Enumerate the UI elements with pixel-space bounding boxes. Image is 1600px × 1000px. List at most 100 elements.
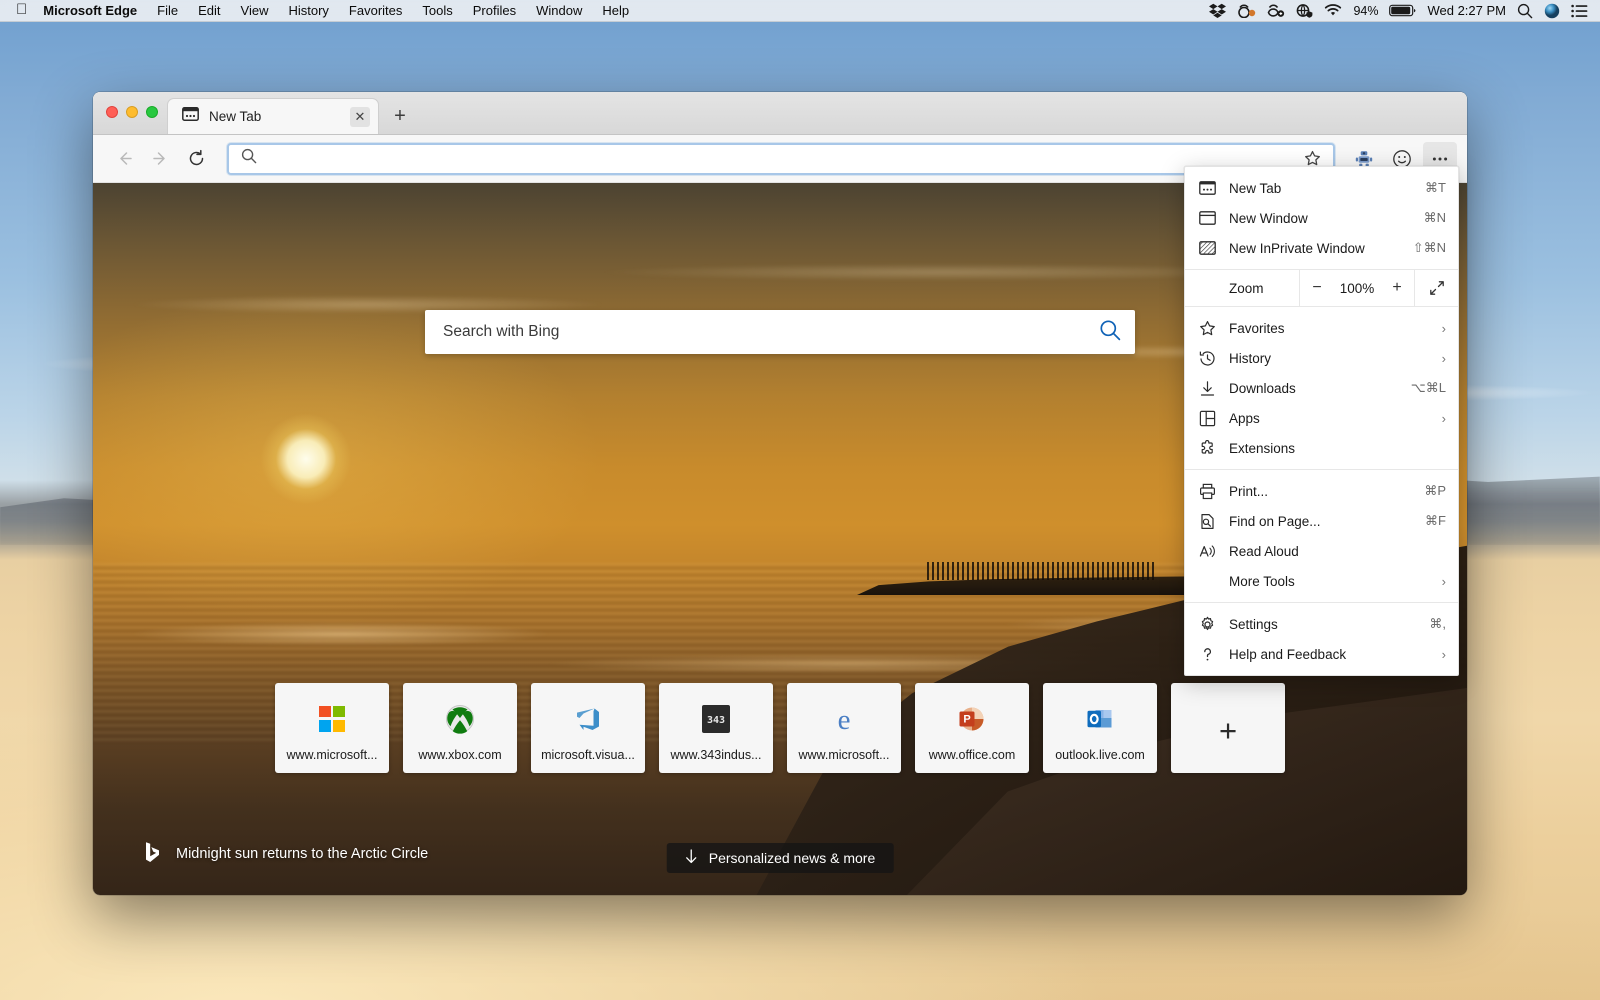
shield-globe-icon[interactable] xyxy=(1296,3,1313,18)
tile-343industries[interactable]: 343 www.343indus... xyxy=(659,683,773,773)
menu-item-read-aloud[interactable]: Read Aloud xyxy=(1185,536,1458,566)
down-arrow-icon xyxy=(685,849,698,867)
battery-percent: 94% xyxy=(1353,3,1379,18)
tab-close-icon[interactable]: ✕ xyxy=(350,106,370,127)
tile-label: www.microsoft... xyxy=(798,747,890,762)
zoom-in-button[interactable]: + xyxy=(1380,279,1414,297)
wifi-icon[interactable] xyxy=(1324,4,1342,17)
tile-label: www.office.com xyxy=(928,747,1016,762)
tile-visualstudio[interactable]: microsoft.visua... xyxy=(531,683,645,773)
menu-item-accel: ⌥⌘L xyxy=(1410,380,1446,395)
menubar-clock[interactable]: Wed 2:27 PM xyxy=(1427,3,1506,18)
dropbox-icon[interactable] xyxy=(1209,3,1227,18)
fullscreen-icon[interactable] xyxy=(1414,270,1458,306)
tile-microsoft-edge[interactable]: e www.microsoft... xyxy=(787,683,901,773)
chevron-right-icon: › xyxy=(1441,350,1446,366)
menu-item-extensions[interactable]: Extensions xyxy=(1185,433,1458,463)
menubar-item-help[interactable]: Help xyxy=(592,0,639,22)
menu-item-label: New Window xyxy=(1229,210,1308,226)
extensions-icon xyxy=(1199,439,1229,457)
menu-item-history[interactable]: History › xyxy=(1185,343,1458,373)
svg-text:e: e xyxy=(838,704,851,735)
gear-icon xyxy=(1199,616,1229,633)
apps-icon xyxy=(1199,410,1229,427)
zoom-out-button[interactable]: − xyxy=(1300,279,1334,297)
menubar-item-view[interactable]: View xyxy=(231,0,279,22)
battery-icon[interactable] xyxy=(1389,4,1416,17)
tile-label: microsoft.visua... xyxy=(541,747,635,762)
bing-search-placeholder: Search with Bing xyxy=(443,323,560,340)
menu-item-label: New Tab xyxy=(1229,180,1282,196)
menu-item-label: Print... xyxy=(1229,483,1269,499)
control-center-list-icon[interactable] xyxy=(1571,4,1588,18)
menubar-item-favorites[interactable]: Favorites xyxy=(339,0,412,22)
tile-xbox[interactable]: www.xbox.com xyxy=(403,683,517,773)
menubar-item-history[interactable]: History xyxy=(278,0,338,22)
reload-icon[interactable] xyxy=(179,142,213,176)
menubar-item-window[interactable]: Window xyxy=(526,0,592,22)
apple-logo-icon[interactable]:  xyxy=(0,2,40,17)
tile-microsoft[interactable]: www.microsoft... xyxy=(275,683,389,773)
search-icon[interactable] xyxy=(1099,319,1121,346)
menubar-app-name[interactable]: Microsoft Edge xyxy=(40,0,147,22)
add-shortcut-tile[interactable]: + xyxy=(1171,683,1285,773)
svg-text:P: P xyxy=(963,713,970,725)
menu-item-downloads[interactable]: Downloads ⌥⌘L xyxy=(1185,373,1458,403)
menu-item-label: Favorites xyxy=(1229,320,1285,336)
menu-item-label: Extensions xyxy=(1229,440,1296,456)
find-icon xyxy=(1199,513,1229,530)
history-icon xyxy=(1199,350,1229,367)
343-industries-icon: 343 xyxy=(702,699,730,739)
menubar-item-tools[interactable]: Tools xyxy=(412,0,462,22)
outlook-icon xyxy=(1085,699,1115,739)
app-status-icon[interactable] xyxy=(1237,3,1256,18)
download-icon xyxy=(1199,380,1229,397)
forward-arrow-icon[interactable] xyxy=(143,142,177,176)
tile-office[interactable]: P www.office.com xyxy=(915,683,1029,773)
tab-new-tab[interactable]: New Tab ✕ xyxy=(167,98,379,134)
menu-item-help-and-feedback[interactable]: Help and Feedback › xyxy=(1185,639,1458,669)
menu-item-accel: ⌘F xyxy=(1425,513,1446,528)
tile-label: outlook.live.com xyxy=(1055,747,1145,762)
bing-search-box[interactable]: Search with Bing xyxy=(425,310,1135,354)
menu-item-more-tools[interactable]: More Tools › xyxy=(1185,566,1458,596)
window-traffic-lights xyxy=(106,106,158,118)
menubar-item-profiles[interactable]: Profiles xyxy=(463,0,526,22)
new-tab-icon xyxy=(1199,181,1229,195)
menu-item-new-inprivate-window[interactable]: New InPrivate Window ⇧⌘N xyxy=(1185,233,1458,263)
menu-item-favorites[interactable]: Favorites › xyxy=(1185,313,1458,343)
search-icon[interactable] xyxy=(1517,3,1533,19)
inprivate-window-icon xyxy=(1199,241,1229,255)
tile-outlook[interactable]: outlook.live.com xyxy=(1043,683,1157,773)
menu-item-new-tab[interactable]: New Tab ⌘T xyxy=(1185,173,1458,203)
cloud-sync-icon[interactable] xyxy=(1267,3,1285,18)
personalized-news-button[interactable]: Personalized news & more xyxy=(666,843,894,873)
microsoft-logo-icon xyxy=(319,699,345,739)
menu-item-new-window[interactable]: New Window ⌘N xyxy=(1185,203,1458,233)
menu-item-label: Read Aloud xyxy=(1229,543,1299,559)
menu-item-accel: ⇧⌘N xyxy=(1412,240,1446,255)
menu-separator xyxy=(1185,469,1458,470)
menubar-item-file[interactable]: File xyxy=(147,0,188,22)
menu-item-print[interactable]: Print... ⌘P xyxy=(1185,476,1458,506)
minimize-window-button[interactable] xyxy=(126,106,138,118)
zoom-row: Zoom − 100% + xyxy=(1185,269,1458,307)
menubar-item-edit[interactable]: Edit xyxy=(188,0,230,22)
maximize-window-button[interactable] xyxy=(146,106,158,118)
menu-item-find-on-page[interactable]: Find on Page... ⌘F xyxy=(1185,506,1458,536)
back-arrow-icon[interactable] xyxy=(107,142,141,176)
siri-icon[interactable] xyxy=(1544,3,1560,19)
new-tab-favicon-icon xyxy=(182,107,199,126)
close-window-button[interactable] xyxy=(106,106,118,118)
menu-item-accel: ⌘N xyxy=(1423,210,1446,225)
bing-image-credit[interactable]: Midnight sun returns to the Arctic Circl… xyxy=(145,841,428,867)
menu-item-settings[interactable]: Settings ⌘, xyxy=(1185,609,1458,639)
menu-item-label: Help and Feedback xyxy=(1229,646,1347,662)
new-tab-button[interactable]: + xyxy=(385,101,415,131)
tab-title: New Tab xyxy=(209,109,262,124)
address-bar[interactable] xyxy=(227,142,1335,175)
azure-devops-icon xyxy=(573,699,603,739)
menu-item-label: Find on Page... xyxy=(1229,513,1321,529)
menu-item-label: History xyxy=(1229,350,1272,366)
menu-item-apps[interactable]: Apps › xyxy=(1185,403,1458,433)
